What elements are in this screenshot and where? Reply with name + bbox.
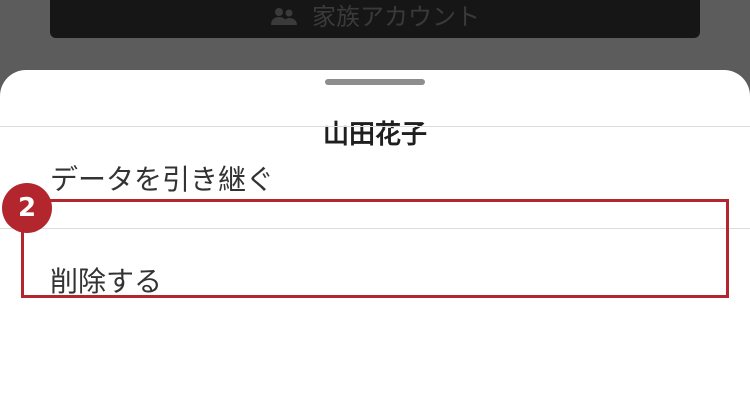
highlight-box: [21, 199, 729, 298]
sheet-grabber-handle[interactable]: [325, 79, 425, 85]
family-account-label: 家族アカウント: [312, 2, 480, 31]
family-icon: [270, 4, 298, 25]
family-account-button[interactable]: 家族アカウント: [50, 0, 700, 38]
step-number-badge: 2: [2, 183, 52, 233]
transfer-data-label: データを引き継ぐ: [50, 162, 275, 196]
